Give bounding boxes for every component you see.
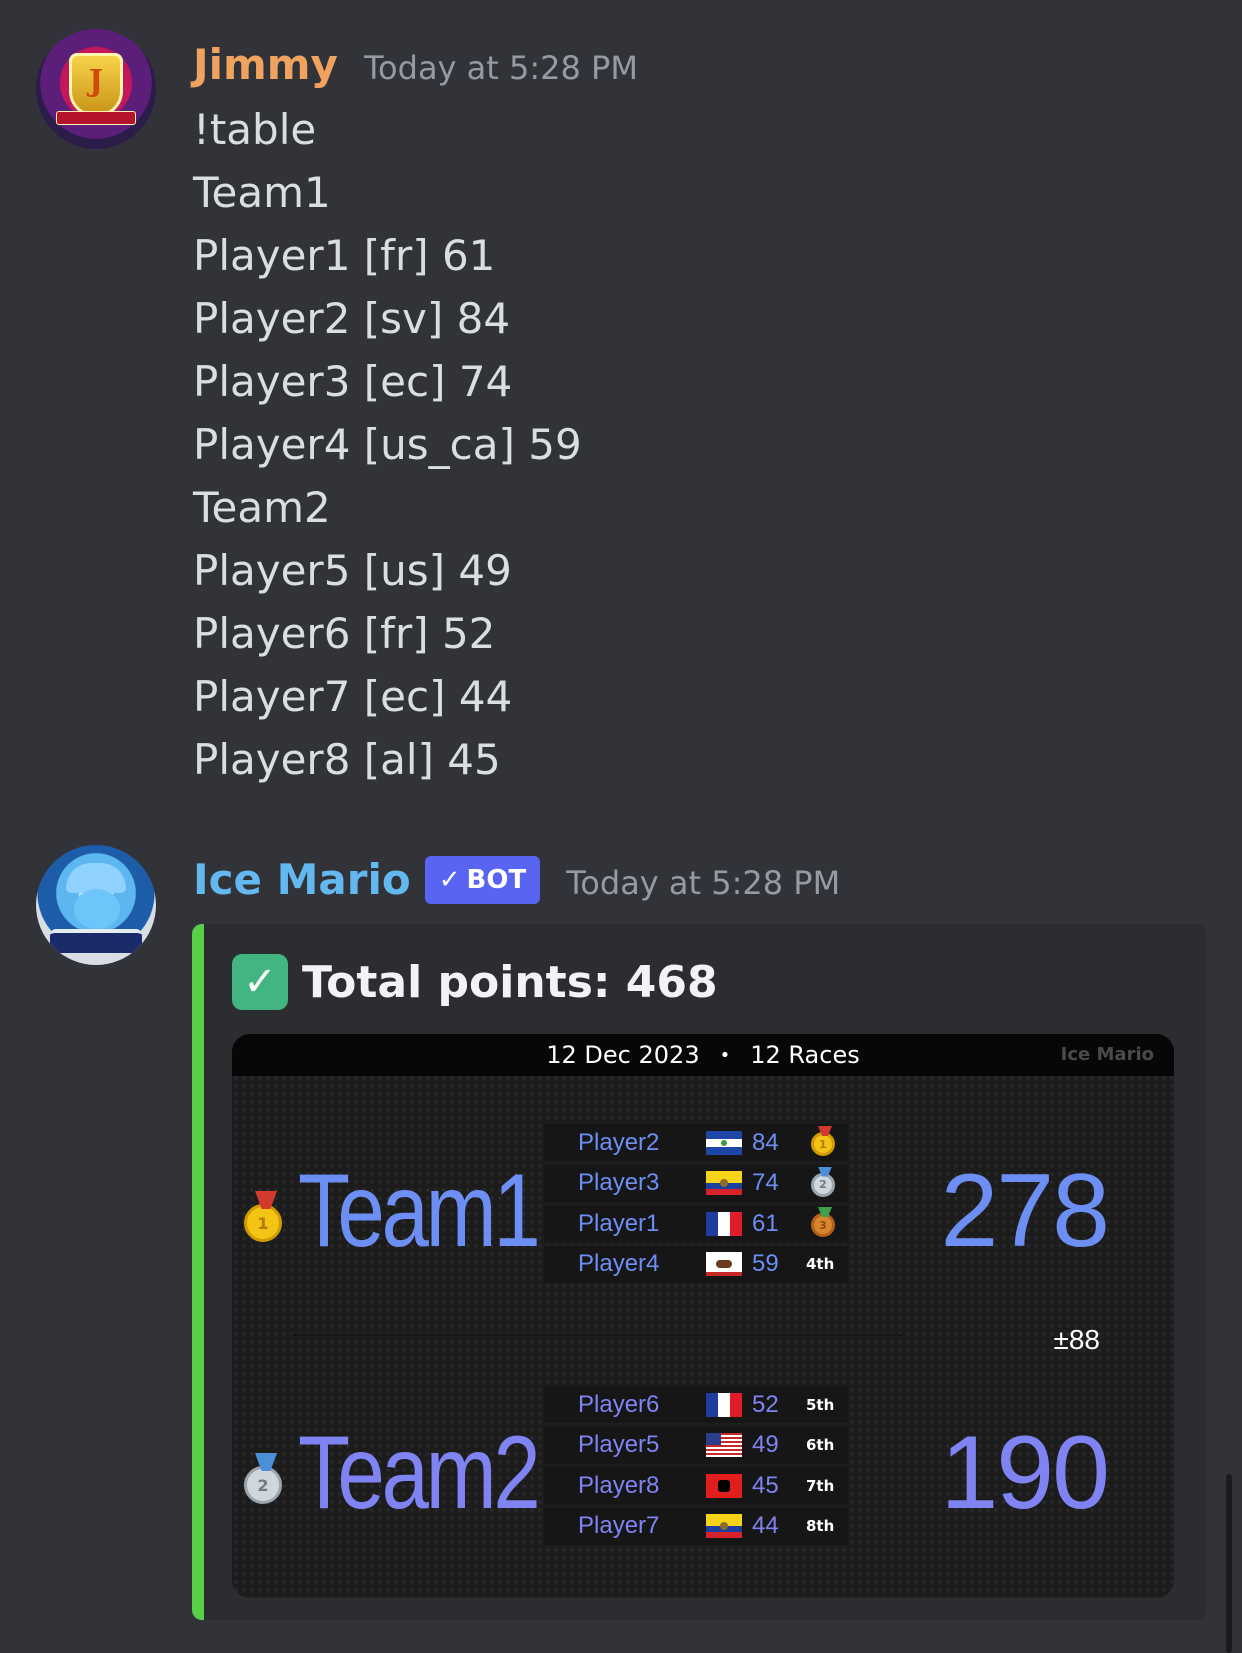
check-mark-icon: ✓ (232, 954, 288, 1010)
bronze-medal-icon: 3 (811, 1213, 835, 1237)
player-score: 84 (752, 1128, 779, 1156)
card-races: 12 Races (750, 1041, 860, 1069)
embed-title-text: Total points: 468 (302, 956, 718, 1008)
player-place: 6th (806, 1436, 835, 1454)
separator-dot: • (719, 1044, 731, 1066)
player-score: 44 (752, 1512, 779, 1539)
player-score: 61 (752, 1209, 779, 1237)
player-score: 59 (752, 1250, 779, 1277)
flag-us-ca-icon (706, 1252, 742, 1276)
player-place: 8th (806, 1517, 835, 1535)
player-score: 74 (752, 1169, 779, 1196)
timestamp: Today at 5:28 PM (566, 864, 841, 902)
silver-medal-icon: 2 (811, 1172, 835, 1197)
avatar-face (74, 889, 120, 929)
flag-ec-icon (706, 1514, 742, 1538)
scrollbar[interactable] (1226, 1474, 1232, 1653)
player-row: Player4 59 4th (544, 1245, 848, 1283)
results-table-image[interactable]: 12 Dec 2023 • 12 Races Ice Mario 1 Team1… (232, 1034, 1174, 1598)
card-date: 12 Dec 2023 (546, 1041, 700, 1069)
bot-username[interactable]: Ice Mario (193, 855, 411, 904)
team-name: Team1 (298, 1153, 541, 1269)
bot-tag-label: BOT (466, 865, 527, 895)
team-name: Team2 (298, 1415, 541, 1531)
player-row: Player2 84 1 (544, 1124, 848, 1161)
team-block-2: 2 Team2 Player6 52 5th Player5 49 6th Pl… (232, 1384, 1174, 1584)
player-row: Player1 61 3 (544, 1205, 848, 1242)
player-name: Player6 (578, 1390, 660, 1418)
player-row: Player5 49 6th (544, 1426, 848, 1464)
card-brand: Ice Mario (1060, 1044, 1154, 1065)
verified-check-icon: ✓ (438, 865, 461, 895)
player-name: Player1 (578, 1209, 660, 1237)
player-name: Player7 (578, 1512, 660, 1539)
team-players: Player6 52 5th Player5 49 6th Player8 45… (544, 1386, 848, 1548)
player-place: 4th (806, 1255, 835, 1273)
flag-fr-icon (706, 1211, 742, 1236)
player-name: Player5 (578, 1431, 660, 1458)
player-name: Player4 (578, 1250, 660, 1277)
silver-medal-icon: 2 (244, 1466, 282, 1504)
bot-avatar[interactable] (36, 845, 156, 965)
player-score: 45 (752, 1471, 779, 1499)
message-ice-mario: Ice Mario ✓ BOT Today at 5:28 PM ✓ Total… (0, 0, 1242, 1653)
bot-tag: ✓ BOT (424, 856, 541, 904)
flag-fr-icon (706, 1392, 742, 1417)
player-row: Player6 52 5th (544, 1386, 848, 1423)
team-score: 190 (940, 1415, 1110, 1531)
player-score: 49 (752, 1431, 779, 1458)
player-name: Player2 (578, 1128, 660, 1156)
player-score: 52 (752, 1390, 779, 1418)
flag-us-icon (706, 1433, 742, 1457)
embed: ✓ Total points: 468 12 Dec 2023 • 12 Rac… (192, 924, 1206, 1620)
team-divider (292, 1334, 902, 1336)
flag-sv-icon (706, 1130, 742, 1155)
team-score: 278 (940, 1153, 1110, 1269)
flag-al-icon (706, 1473, 742, 1498)
player-row: Player8 45 7th (544, 1467, 848, 1504)
score-difference: ±88 (1053, 1324, 1100, 1355)
team-players: Player2 84 1 Player3 74 2 Player1 61 3 P… (544, 1124, 848, 1286)
flag-ec-icon (706, 1171, 742, 1195)
card-header: 12 Dec 2023 • 12 Races (232, 1034, 1174, 1076)
player-place: 5th (806, 1395, 835, 1414)
embed-title: ✓ Total points: 468 (232, 954, 718, 1010)
message-header: Ice Mario ✓ BOT Today at 5:28 PM (193, 855, 840, 910)
avatar-kart (50, 929, 142, 953)
player-place: 7th (806, 1476, 835, 1495)
player-row: Player3 74 2 (544, 1164, 848, 1202)
gold-medal-icon: 1 (811, 1132, 835, 1156)
player-name: Player8 (578, 1471, 660, 1499)
player-row: Player7 44 8th (544, 1507, 848, 1545)
gold-medal-icon: 1 (244, 1204, 282, 1242)
player-name: Player3 (578, 1169, 660, 1196)
team-block-1: 1 Team1 Player2 84 1 Player3 74 2 Player… (232, 1122, 1174, 1322)
